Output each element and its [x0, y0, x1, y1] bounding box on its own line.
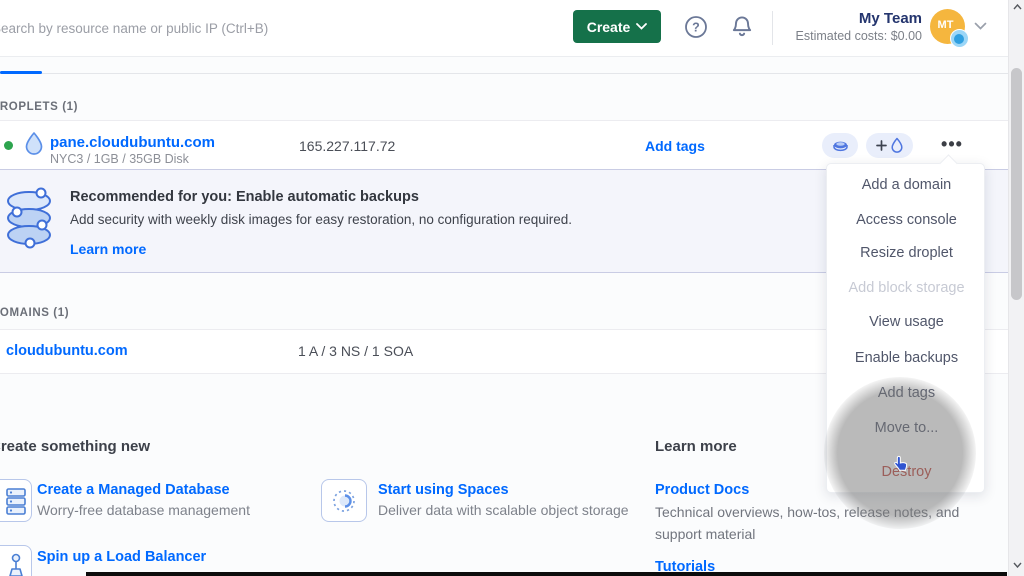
- spaces-desc: Deliver data with scalable object storag…: [378, 502, 629, 518]
- learn-more-link[interactable]: Learn more: [70, 241, 146, 257]
- droplet-specs: NYC3 / 1GB / 35GB Disk: [50, 152, 189, 166]
- droplet-name-link[interactable]: pane.cloudubuntu.com: [50, 134, 215, 151]
- chevron-down-icon: [1013, 562, 1022, 568]
- search-input[interactable]: [0, 14, 512, 42]
- product-docs-desc-line2: support material: [655, 526, 755, 542]
- chevron-up-icon: [1013, 4, 1022, 10]
- menu-item-move-to[interactable]: Move to...: [827, 415, 986, 441]
- help-button[interactable]: ?: [683, 14, 709, 40]
- team-name: My Team: [740, 10, 922, 28]
- create-button[interactable]: Create: [573, 10, 661, 43]
- snapshot-button[interactable]: [822, 133, 858, 158]
- ellipsis-icon: •••: [941, 134, 963, 154]
- svg-text:?: ?: [692, 21, 700, 35]
- droplet-ip: 165.227.117.72: [299, 138, 395, 154]
- avatar-badge-icon: [950, 29, 969, 48]
- menu-item-resize-droplet[interactable]: Resize droplet: [827, 240, 986, 266]
- managed-database-link[interactable]: Create a Managed Database: [37, 482, 230, 498]
- droplet-context-menu: Add a domain Access console Resize dropl…: [826, 163, 985, 493]
- scrollbar-thumb[interactable]: [1011, 68, 1022, 300]
- database-icon: [4, 487, 28, 515]
- menu-item-add-block-storage: Add block storage: [827, 275, 986, 301]
- avatar-initials: MT: [938, 19, 954, 31]
- scrollbar-track[interactable]: [1008, 0, 1024, 576]
- add-tags-link[interactable]: Add tags: [645, 138, 705, 154]
- load-balancer-link[interactable]: Spin up a Load Balancer: [37, 549, 206, 565]
- domain-name-link[interactable]: cloudubuntu.com: [6, 343, 128, 359]
- disc-icon: [832, 140, 849, 152]
- account-chevron-down-icon[interactable]: [974, 22, 987, 30]
- tab-strip-divider: [0, 73, 1008, 74]
- managed-database-iconbox: [0, 479, 32, 522]
- add-volume-button[interactable]: [866, 133, 913, 158]
- spaces-icon: [331, 488, 357, 514]
- plus-icon: [876, 140, 887, 151]
- product-docs-link[interactable]: Product Docs: [655, 482, 749, 498]
- spaces-link[interactable]: Start using Spaces: [378, 482, 509, 498]
- droplets-section-title: DROPLETS (1): [0, 101, 78, 113]
- domain-records: 1 A / 3 NS / 1 SOA: [298, 343, 413, 359]
- droplet-icon: [23, 131, 45, 158]
- load-balancer-icon: [3, 552, 29, 576]
- load-balancer-iconbox: [0, 545, 32, 576]
- menu-item-add-a-domain[interactable]: Add a domain: [827, 172, 986, 198]
- question-circle-icon: ?: [684, 15, 708, 39]
- status-dot: [4, 141, 13, 150]
- banner-title: Recommended for you: Enable automatic ba…: [70, 189, 419, 205]
- menu-item-destroy[interactable]: Destroy: [827, 459, 986, 485]
- chevron-down-icon: [636, 23, 647, 30]
- spaces-iconbox: [321, 479, 367, 522]
- banner-body: Add security with weekly disk images for…: [70, 212, 572, 227]
- avatar[interactable]: MT: [930, 9, 965, 44]
- create-new-heading: Create something new: [0, 438, 150, 455]
- team-menu[interactable]: My Team Estimated costs: $0.00: [740, 10, 922, 45]
- estimated-costs: Estimated costs: $0.00: [740, 28, 922, 45]
- active-tab-indicator: [0, 71, 42, 74]
- scroll-down-button[interactable]: [1009, 558, 1024, 572]
- managed-database-desc: Worry-free database management: [37, 502, 250, 518]
- scroll-up-button[interactable]: [1009, 0, 1024, 14]
- top-bar: Create ? My Team Estimated costs: $0.00 …: [0, 0, 1024, 57]
- backup-stack-icon: [4, 185, 56, 257]
- create-button-label: Create: [587, 19, 631, 35]
- menu-item-enable-backups[interactable]: Enable backups: [827, 345, 986, 371]
- letterbox-bar: [86, 572, 1007, 576]
- learn-more-heading: Learn more: [655, 438, 737, 455]
- menu-item-add-tags[interactable]: Add tags: [827, 380, 986, 406]
- digitalocean-dashboard: Create ? My Team Estimated costs: $0.00 …: [0, 0, 1024, 576]
- domains-section-title: DOMAINS (1): [0, 307, 69, 319]
- menu-item-view-usage[interactable]: View usage: [827, 309, 986, 335]
- more-options-button[interactable]: •••: [936, 131, 968, 157]
- product-docs-desc-line1: Technical overviews, how-tos, release no…: [655, 504, 959, 520]
- menu-item-access-console[interactable]: Access console: [827, 207, 986, 233]
- small-droplet-icon: [890, 137, 904, 154]
